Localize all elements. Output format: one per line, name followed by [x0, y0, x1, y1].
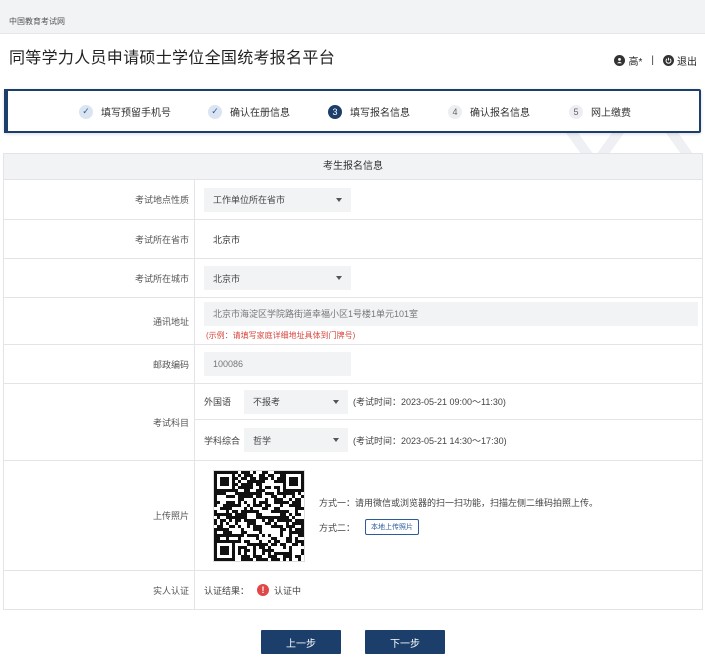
step-number: 3	[328, 104, 342, 119]
user-area: 高* | 退出	[614, 53, 697, 68]
user-icon	[614, 55, 626, 66]
field-label: 邮政编码	[4, 345, 195, 383]
field-label: 实人认证	[4, 571, 195, 609]
check-icon: ✓	[208, 104, 222, 119]
row-exam-city: 考试所在城市 北京市	[4, 259, 702, 298]
caret-down-icon	[333, 438, 339, 442]
field-label: 考试所在城市	[4, 259, 195, 297]
row-photo: 上传照片 方式一：请用微信或浏览器的扫一扫功能，扫描左侧二维码拍照上传。 方式二…	[4, 461, 702, 571]
foreign-language-select[interactable]: 不报考	[244, 389, 348, 414]
verify-status: 认证中	[274, 585, 302, 596]
power-icon	[663, 55, 674, 66]
step-label: 确认在册信息	[230, 108, 290, 119]
exam-province-value: 北京市	[213, 234, 241, 245]
step-label: 确认报名信息	[470, 108, 530, 119]
field-label: 考试地点性质	[4, 180, 195, 219]
logout-label: 退出	[677, 57, 697, 68]
local-upload-button[interactable]: 本地上传照片	[365, 519, 420, 535]
row-exam-location-type: 考试地点性质 工作单位所在省市	[4, 180, 702, 220]
qr-code	[213, 469, 305, 562]
upload-method-1: 方式一：请用微信或浏览器的扫一扫功能，扫描左侧二维码拍照上传。	[319, 498, 599, 508]
check-icon: ✓	[79, 104, 93, 119]
exam-location-type-select[interactable]: 工作单位所在省市	[204, 187, 351, 212]
step-4: 4 确认报名信息	[448, 104, 530, 119]
site-name: 中国教育考试网	[9, 17, 65, 26]
form-header: 考生报名信息	[4, 154, 702, 180]
foreign-language-time: (考试时间：2023-05-21 09:00～11:30)	[353, 397, 506, 407]
field-label: 通讯地址	[4, 298, 195, 344]
field-label: 考试科目	[4, 384, 195, 460]
step-2: ✓ 确认在册信息	[208, 104, 290, 119]
upload-method-2: 方式二：	[319, 522, 356, 533]
step-3: 3 填写报名信息	[328, 104, 410, 119]
step-label: 网上缴费	[591, 108, 631, 119]
warning-icon: !	[257, 584, 270, 596]
exam-city-select[interactable]: 北京市	[204, 266, 351, 290]
caret-down-icon	[336, 197, 342, 202]
user-name: 高*	[628, 57, 643, 68]
verify-result-label: 认证结果：	[204, 585, 250, 596]
row-verify: 实人认证 认证结果： ! 认证中	[4, 571, 702, 609]
caret-down-icon	[336, 276, 342, 280]
row-postal-code: 邮政编码 100086	[4, 345, 702, 384]
step-label: 填写预留手机号	[101, 108, 171, 119]
row-subjects: 考试科目 外国语 不报考 (考试时间：2023-05-21 09:00～11:3…	[4, 384, 702, 461]
row-exam-province: 考试所在省市 北京市	[4, 220, 702, 259]
subject-time: (考试时间：2023-05-21 14:30～17:30)	[353, 435, 507, 446]
foreign-language-label: 外国语	[204, 397, 232, 407]
step-number: 5	[569, 104, 583, 119]
subject-select[interactable]: 哲学	[244, 428, 348, 452]
logout-button[interactable]: 退出	[663, 53, 697, 68]
step-label: 填写报名信息	[350, 108, 410, 119]
top-strip: 中国教育考试网	[0, 0, 705, 34]
prev-button[interactable]: 上一步	[261, 630, 341, 654]
page-title: 同等学力人员申请硕士学位全国统考报名平台	[9, 50, 336, 67]
next-button[interactable]: 下一步	[365, 630, 445, 654]
step-1: ✓ 填写预留手机号	[79, 104, 171, 119]
step-5: 5 网上缴费	[569, 104, 631, 119]
address-input[interactable]: 北京市海淀区学院路街道幸福小区1号楼1单元101室	[204, 301, 698, 326]
field-label: 考试所在省市	[4, 220, 195, 258]
progress-steps: ✓ 填写预留手机号 ✓ 确认在册信息 3 填写报名信息 4 确认报名信息 5 网…	[4, 89, 701, 133]
user-menu[interactable]: 高*	[614, 53, 642, 68]
row-address: 通讯地址 北京市海淀区学院路街道幸福小区1号楼1单元101室 (示例：请填写家庭…	[4, 298, 702, 345]
address-hint: (示例：请填写家庭详细地址具体到门牌号)	[206, 330, 356, 340]
separator: |	[651, 55, 654, 66]
field-label: 上传照片	[4, 461, 195, 570]
caret-down-icon	[333, 399, 339, 404]
postal-code-input[interactable]: 100086	[204, 352, 351, 376]
step-number: 4	[448, 104, 462, 119]
registration-form: 考生报名信息 考试地点性质 工作单位所在省市 考试所在省市 北京市 考试所在城市…	[3, 153, 703, 610]
subject-label: 学科综合	[204, 435, 241, 446]
